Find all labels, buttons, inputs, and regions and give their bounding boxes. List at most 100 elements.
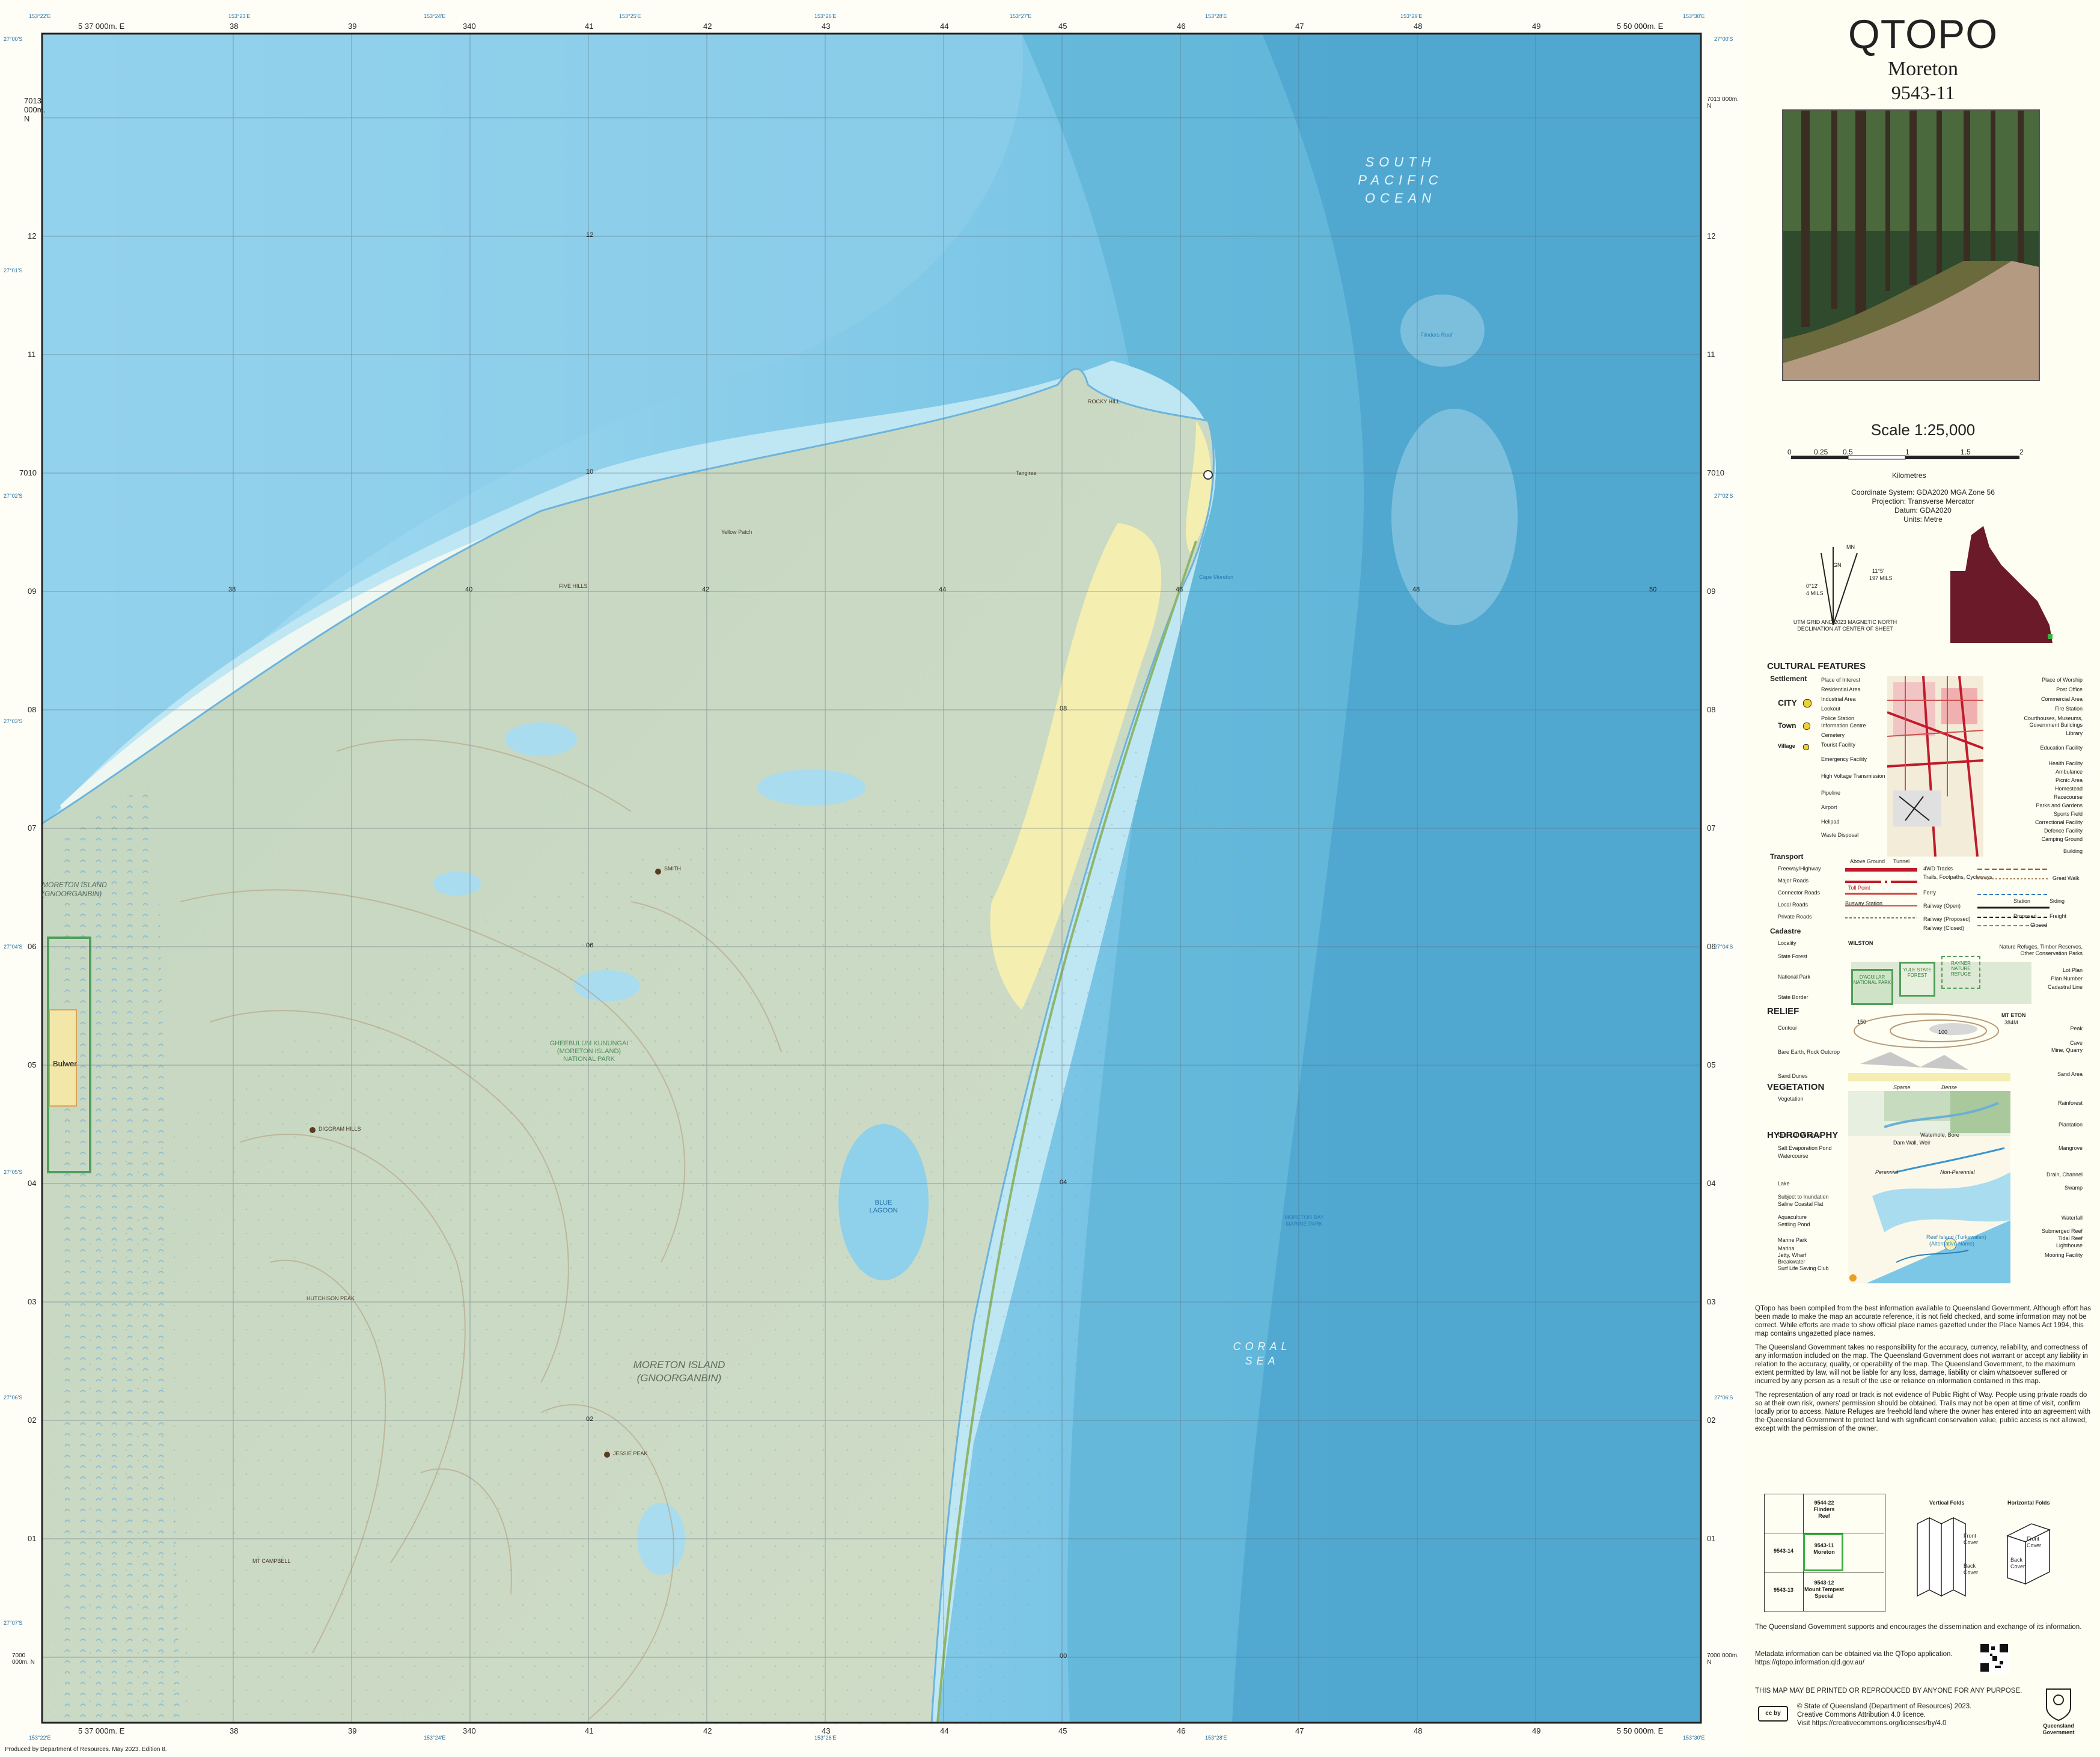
northing-label: 09 — [28, 587, 37, 596]
scale-unit: Kilometres — [1892, 471, 1926, 480]
transport-tag: Proposed — [2013, 913, 2037, 919]
longitude-label: 153°28'E — [1205, 1735, 1227, 1741]
legend-heading: RELIEF — [1767, 1006, 1799, 1016]
marine-park-label: MORETON BAY MARINE PARK — [1284, 1214, 1324, 1227]
northing-label: 03 — [28, 1297, 37, 1306]
northing-label: 07 — [1707, 823, 1716, 833]
transport-tag: Freight — [2050, 913, 2067, 919]
declination-caption: UTM GRID AND 2023 MAGNETIC NORTH DECLINAT… — [1793, 619, 1897, 632]
transport-symbols — [1845, 868, 1917, 918]
legend-city: CITY — [1778, 698, 1797, 707]
easting-label: 41 — [585, 1726, 594, 1735]
northing-label: 02 — [1707, 1416, 1716, 1425]
easting-label: 5 50 000m. E — [1617, 22, 1664, 31]
topographic-map[interactable] — [0, 0, 1746, 1757]
lighthouse-marker[interactable] — [1203, 470, 1213, 480]
fold-label: Back Cover — [2010, 1557, 2025, 1569]
index-cell-current[interactable]: 9543-11 Moreton — [1806, 1542, 1842, 1556]
projection-info: Coordinate System: GDA2020 MGA Zone 56 Pr… — [1851, 488, 1995, 524]
index-cell[interactable]: 9544-22 Flinders Reef — [1806, 1500, 1842, 1520]
easting-label: 340 — [463, 22, 476, 31]
scale-tick: 0.25 — [1814, 448, 1828, 456]
inner-grid-label: 08 — [1060, 705, 1067, 712]
locality-label: Tangiree — [1016, 470, 1037, 476]
index-cell[interactable]: 9543-13 — [1767, 1587, 1800, 1594]
longitude-label: 153°24'E — [424, 13, 446, 19]
hydro-tag: Waterhole, Bore — [1920, 1132, 1959, 1138]
northing-label: 04 — [28, 1179, 37, 1188]
blue-lagoon-label: BLUE LAGOON — [869, 1199, 898, 1214]
inner-grid-label: 38 — [228, 586, 236, 593]
veg-tag: Dense — [1941, 1084, 1958, 1090]
longitude-label: 153°25'E — [619, 13, 641, 19]
hydro-right-list: Mangrove Drain, Channel Swamp Waterfall … — [2041, 1145, 2083, 1258]
transport-list: Freeway/Highway Major Roads Connector Ro… — [1778, 866, 1821, 920]
copyright-note: © State of Queensland (Department of Res… — [1797, 1703, 1972, 1727]
northing-label: 03 — [1707, 1297, 1716, 1306]
inner-grid-label: 46 — [1176, 586, 1183, 593]
fold-label: Front Cover — [2027, 1536, 2042, 1548]
legend-left-list: Place of Interest Residential Area Indus… — [1821, 677, 1885, 838]
coral-sea-label: CORAL SEA — [1233, 1340, 1292, 1367]
northing-label: 07 — [28, 823, 37, 833]
easting-label: 47 — [1295, 22, 1304, 31]
latitude-label: 27°06'S — [1714, 1395, 1733, 1401]
index-cell[interactable]: 9543-14 — [1767, 1548, 1800, 1554]
qr-code[interactable] — [1979, 1643, 2009, 1673]
transport-tag: Closed — [2030, 922, 2048, 928]
northing-label: 7013 000m. N — [1707, 96, 1739, 109]
longitude-label: 153°30'E — [1683, 13, 1705, 19]
island-label-west: MORETON ISLAND (GNOORGANBIN) — [42, 881, 107, 898]
easting-label: 39 — [348, 1726, 357, 1735]
yellow-patch-label: Yellow Patch — [721, 529, 752, 535]
fold-label: Front Cover — [1964, 1533, 1979, 1545]
map-sheet: SOUTH PACIFIC OCEAN CORAL SEA MORETON ISLAN… — [0, 0, 2100, 1757]
easting-label: 39 — [348, 22, 357, 31]
reef-label: Flinders Reef — [1420, 332, 1453, 338]
hydro-tag: Reef Island (Turkswalen) — [1926, 1234, 1986, 1240]
jessie-peak-label: JESSIE PEAK — [613, 1450, 648, 1456]
transport-tag: Station — [2013, 898, 2031, 904]
sheet-number: 9543-11 — [1891, 82, 1955, 103]
index-cell[interactable]: 9543-12 Mount Tempest Special — [1803, 1580, 1845, 1600]
scale-tick: 0 — [1787, 448, 1792, 456]
inner-grid-label: 48 — [1412, 586, 1420, 593]
latitude-label: 27°00'S — [1714, 36, 1733, 42]
disclaimer: QTopo has been compiled from the best in… — [1755, 1305, 2092, 1432]
easting-label: 46 — [1177, 22, 1186, 31]
cover-photo — [1782, 109, 2040, 381]
metadata-note: Metadata information can be obtained via… — [1755, 1651, 1953, 1666]
declination-value: 4 MILS — [1806, 590, 1824, 596]
latitude-label: 27°05'S — [4, 1169, 23, 1175]
product-title: QTOPO — [1848, 11, 1998, 57]
queensland-locator-map — [1950, 526, 2053, 643]
longitude-label: 153°27'E — [1010, 13, 1032, 19]
legend-subheading: Transport — [1770, 852, 1804, 861]
mn-label: MN — [1846, 544, 1855, 550]
longitude-label: 153°28'E — [1205, 13, 1227, 19]
inner-grid-label: 44 — [939, 586, 947, 593]
inner-grid-label: 00 — [1060, 1652, 1067, 1660]
northing-label: 06 — [28, 942, 37, 951]
transport-tag: Above Ground — [1850, 858, 1885, 864]
village-symbol — [1803, 744, 1809, 750]
easting-label: 46 — [1177, 1726, 1186, 1735]
hydro-tag: Non-Perennial — [1940, 1169, 1975, 1175]
hydro-tag: Perennial — [1875, 1169, 1899, 1175]
bulwer-township[interactable] — [49, 1009, 77, 1107]
northing-label: 08 — [28, 705, 37, 714]
reef-bank — [1400, 295, 1485, 367]
scale-tick: 2 — [2019, 448, 2024, 456]
easting-label: 48 — [1414, 22, 1423, 31]
legend-subheading: Cadastre — [1770, 927, 1801, 935]
easting-label: 47 — [1295, 1726, 1304, 1735]
veg-right-list: Rainforest Plantation — [2057, 1100, 2083, 1128]
easting-label: 44 — [940, 22, 949, 31]
longitude-label: 153°24'E — [424, 1735, 446, 1741]
diggram-label: DIGGRAM HILLS — [319, 1126, 361, 1132]
queensland-crest-icon — [2046, 1688, 2071, 1722]
transport-tag: Tunnel — [1893, 858, 1910, 864]
flinders-bank — [1391, 409, 1518, 625]
easting-label: 44 — [940, 1726, 949, 1735]
easting-label: 48 — [1414, 1726, 1423, 1735]
